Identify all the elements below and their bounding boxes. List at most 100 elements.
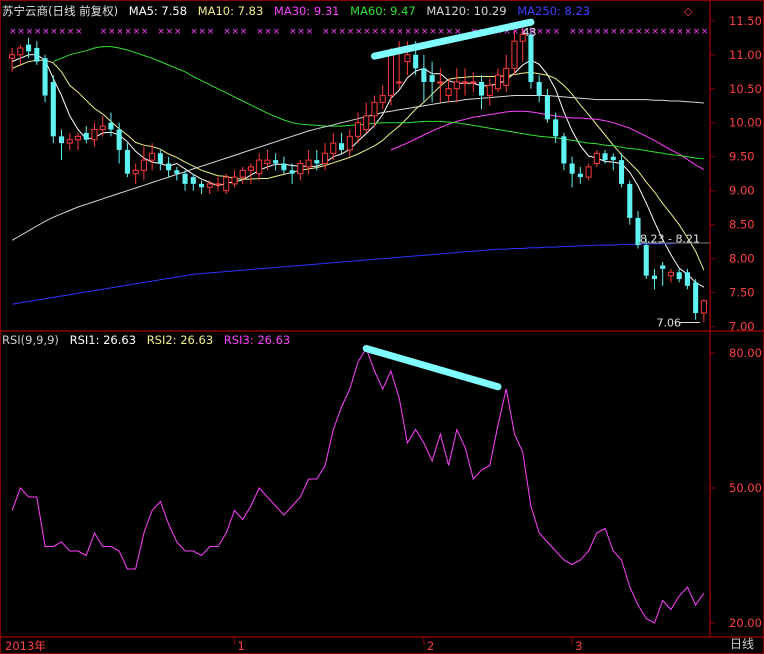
candle-body-up (322, 152, 329, 165)
signal-marker: × (157, 27, 165, 37)
price-axis-label: 11.50 (729, 14, 762, 28)
time-axis-label: 2013年 (5, 639, 46, 653)
price-axis-label: 11.00 (729, 48, 762, 62)
candle-body-down (651, 275, 658, 280)
candle-body-down (83, 132, 89, 140)
candle-body-down (602, 153, 608, 161)
rsi2-readout: RSI2: 26.63 (146, 333, 214, 347)
signal-marker: × (536, 27, 544, 37)
candle-body-down (108, 122, 114, 130)
candle-body-up (593, 152, 600, 165)
signal-marker: × (413, 27, 421, 37)
signal-marker: × (100, 27, 108, 37)
rsi-panel-header: RSI(9,9,9) RSI1: 26.63 RSI2: 26.63 RSI3:… (2, 333, 290, 347)
candle-body-up (667, 271, 674, 277)
signal-marker: × (586, 27, 594, 37)
signal-marker: × (108, 27, 116, 37)
signal-marker: × (207, 27, 215, 37)
candle-body-up (74, 135, 82, 141)
low-label: 7.06 (656, 317, 681, 330)
candle-body-up (66, 139, 73, 144)
signal-marker: × (339, 27, 347, 37)
candle-body-down (314, 160, 320, 164)
candle-body-up (503, 67, 510, 86)
candle-body-up (149, 152, 156, 161)
candle-body-down (34, 47, 40, 62)
ma-line-ma60 (53, 46, 704, 160)
candle-body-down (660, 265, 666, 269)
signal-marker: × (141, 27, 149, 37)
signal-marker: × (116, 27, 124, 37)
ma60-readout: MA60: 9.47 (350, 4, 416, 18)
candle-body-up (396, 81, 403, 84)
signal-marker: × (75, 27, 83, 37)
signal-marker: × (264, 27, 272, 37)
signal-marker: × (569, 27, 577, 37)
price-axis-label: 10.50 (729, 82, 762, 96)
candle-body-down (413, 54, 419, 69)
signal-marker: × (322, 27, 330, 37)
candle-body-up (379, 95, 386, 103)
candle-body-up (264, 159, 271, 165)
signal-marker: × (330, 27, 338, 37)
ma10-readout: MA10: 7.83 (197, 4, 264, 18)
signal-marker: × (610, 27, 618, 37)
rsi-line (11, 347, 705, 624)
candle-body-up (462, 81, 469, 84)
candle-body-down (26, 44, 32, 52)
candle-body-up (354, 122, 362, 137)
candle-body-down (676, 272, 682, 280)
signal-marker: × (437, 27, 445, 37)
period-label[interactable]: 日线 (730, 635, 754, 652)
signal-marker: × (199, 27, 207, 37)
candle-body-up (256, 159, 263, 175)
rsi-axis-label: 20.00 (729, 616, 762, 630)
signal-marker: × (668, 27, 676, 37)
ma-line-ma250 (12, 242, 704, 305)
rsi-axis-label: 80.00 (729, 346, 762, 360)
candle-body-up (91, 129, 98, 141)
candle-body-up (371, 101, 378, 117)
rsi-indicator-name: RSI(9,9,9) (2, 333, 59, 347)
candle-body-up (445, 88, 452, 97)
candle-body-down (528, 34, 534, 82)
signal-marker: × (643, 27, 651, 37)
candle-body-up (99, 125, 106, 131)
ma250-readout: MA250: 8.23 (517, 4, 591, 18)
signal-marker: × (701, 27, 709, 37)
candle-body-up (132, 169, 139, 175)
signal-marker: × (380, 27, 388, 37)
signal-marker: × (17, 27, 25, 37)
signal-marker: × (396, 27, 404, 37)
rsi1-readout: RSI1: 26.63 (69, 333, 137, 347)
ma30-readout: MA30: 9.31 (273, 4, 340, 18)
candle-body-up (231, 176, 238, 185)
signal-marker: × (651, 27, 659, 37)
signal-marker: × (223, 27, 231, 37)
candle-body-up (363, 115, 370, 131)
rsi-axis-label: 50.00 (729, 481, 762, 495)
signal-marker: × (627, 27, 635, 37)
ma5-readout: MA5: 7.58 (128, 4, 188, 18)
time-axis-label: 2 (427, 639, 434, 653)
time-axis-label: 3 (575, 639, 582, 653)
signal-marker: × (660, 27, 668, 37)
candle-body-down (561, 136, 567, 164)
candle-body-up (239, 169, 246, 178)
price-axis-label: 7.50 (729, 286, 755, 300)
candle-body-up (585, 166, 592, 178)
signal-marker: × (240, 27, 248, 37)
signal-marker: × (256, 27, 264, 37)
signal-marker: × (289, 27, 297, 37)
signal-marker: × (26, 27, 34, 37)
candle-body-down (116, 129, 122, 150)
candle-body-up (247, 166, 254, 171)
signal-marker: × (9, 27, 17, 37)
candle-body-up (511, 40, 518, 69)
candle-body-up (9, 54, 16, 59)
signal-marker: × (421, 27, 429, 37)
signal-marker: × (50, 27, 58, 37)
stock-chart: 11.50 11.00 10.50 10.00 9.50 9.00 8.50 8.00 7.50… (0, 0, 764, 654)
candle-body-down (42, 58, 48, 96)
signal-marker: × (404, 27, 412, 37)
